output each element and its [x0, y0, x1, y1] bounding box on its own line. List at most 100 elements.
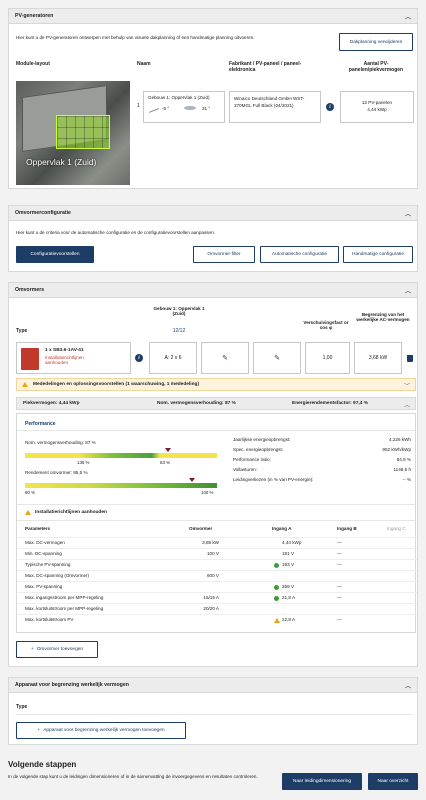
stat-row: Leidingverliezen (in % van PV-energie): -…	[233, 477, 411, 485]
table-cell: 21,8 A	[282, 595, 296, 600]
table-cell: 269 V	[282, 584, 295, 589]
parameter-table: Parameters Omvormer Ingang A Ingang B Ingang…	[17, 525, 417, 625]
power-limit-device-panel: Apparaat voor begrenzing werkelijk vermo…	[8, 677, 418, 745]
next-steps-text: In de volgende stap kunt u de leidingen …	[8, 774, 258, 779]
to-line-sizing-button[interactable]: Naar leidingdimensionering	[282, 773, 362, 790]
remove-roof-planning-button[interactable]: Dakplanning verwijderen	[339, 33, 413, 51]
manufacturer-cell[interactable]: Winaico Deutschland GmbH WST-370MGL Full…	[229, 91, 321, 123]
table-cell: 193 V	[282, 562, 295, 567]
inverter-image	[21, 348, 39, 370]
manufacturer-text: Winaico Deutschland GmbH WST-370MGL Full…	[234, 96, 305, 108]
table-cell: Max. DC-spanning (Omvormer)	[25, 573, 90, 578]
stat-value: 1148,5 h	[393, 467, 411, 472]
stat-value: 4.226 kWh	[389, 437, 411, 442]
table-row: Max. DC-vermogen 3,88 kW 4,44 kWp —	[17, 537, 417, 547]
roof-aerial-image[interactable]: Oppervlak 1 (Zuid)	[16, 81, 130, 185]
table-cell: 3,88 kW	[202, 540, 219, 545]
check-icon	[274, 563, 279, 568]
bar1-min: 135 %	[77, 460, 90, 465]
table-cell: 181 V	[282, 551, 295, 556]
col-power-limit: Begrenzing van het werkelijke AC-vermoge…	[356, 312, 410, 322]
table-cell: Min. DC-spanning	[25, 551, 62, 556]
pencil-icon[interactable]: ✎	[222, 354, 228, 362]
inverter-note: Installatierichtlijnen aanhouden	[45, 355, 84, 365]
table-header-cell: Parameters	[25, 526, 51, 531]
summary-bar[interactable]: Piekvermogen: 4,44 kWp Nom. vermogensver…	[16, 397, 416, 410]
power-limit-value: 3,68 kW	[368, 355, 388, 361]
power-limit-cell[interactable]: 3,68 kW	[354, 342, 402, 374]
azimuth-icon	[184, 106, 196, 110]
pv-generators-header[interactable]: PV-generatoren ︿	[9, 9, 417, 24]
pencil-icon[interactable]: ✎	[274, 354, 280, 362]
table-cell: —	[337, 595, 342, 600]
cos-phi-cell[interactable]: 1,00	[305, 342, 350, 374]
auto-config-button[interactable]: Automatische configuratie	[260, 246, 339, 263]
stat-label: Leidingverliezen (in % van PV-energie):	[233, 477, 314, 482]
messages-bar[interactable]: Mededelingen en oplossingsvoorstellen (1…	[16, 378, 416, 391]
generator-name: Gebouw 1: Oppervlak 1 (Zuid)	[148, 95, 210, 100]
info-icon[interactable]: i	[326, 103, 334, 111]
edit-input-b-cell[interactable]: ✎	[201, 342, 249, 374]
inverters-panel: Omvormers ︿ Type Gebouw 1: Oppervlak 1 (Z…	[8, 282, 418, 667]
col-building-count: 12/12	[172, 328, 186, 334]
check-icon	[274, 596, 279, 601]
table-cell: 22,8 A	[282, 617, 296, 622]
divider	[17, 504, 415, 505]
stat-label: Performance ratio:	[233, 457, 271, 462]
manual-config-button[interactable]: Handmatige configuratie	[343, 246, 413, 263]
bar1-mark-label: 83 %	[160, 460, 171, 465]
pv-intro: Hier kunt u de PV-generatoren ontwerpen …	[16, 35, 255, 40]
chevron-up-icon[interactable]: ︿	[405, 209, 411, 218]
config-proposals-button[interactable]: Configuratievoorstellen	[16, 246, 94, 263]
inverters-header[interactable]: Omvormers ︿	[9, 283, 417, 298]
col-shift-factor: Verschuivingsfact or cos φ	[303, 320, 349, 330]
add-inverter-button[interactable]: + Omvormer toevoegen	[16, 641, 98, 658]
bar2-marker	[189, 478, 195, 482]
table-cell: 4,44 kWp	[282, 540, 302, 545]
input-a-cell[interactable]: A: 2 x 6	[149, 342, 197, 374]
input-a-value: A: 2 x 6	[164, 355, 182, 361]
stat-row: Performance ratio: 84,5 %	[233, 457, 411, 465]
edit-input-c-cell[interactable]: ✎	[253, 342, 301, 374]
peak-power: Piekvermogen: 4,44 kWp	[23, 401, 80, 406]
next-steps-title: Volgende stappen	[8, 760, 77, 769]
inverter-filter-button[interactable]: Omvormer-filter	[193, 246, 255, 263]
table-row: Typische PV-spanning 193 V —	[17, 559, 417, 569]
add-limit-device-button[interactable]: + Apparaat voor begrenzing werkelijk verm…	[16, 722, 186, 739]
stat-row: Jaarlijkse energieopbrengst: 4.226 kWh	[233, 437, 411, 445]
table-cell: —	[337, 584, 342, 589]
trash-icon[interactable]	[407, 355, 413, 362]
add-limit-device-label: Apparaat voor begrenzing werkelijk vermo…	[43, 728, 165, 733]
table-cell: 600 V	[206, 573, 219, 578]
table-row: Min. DC-spanning 100 V 181 V —	[17, 548, 417, 558]
divider	[17, 430, 415, 431]
col-type: Type	[16, 704, 28, 710]
table-cell: 20/20 A	[203, 606, 219, 611]
inverter-model-cell[interactable]: 1 x SB3.6-1AV-41 Installatierichtlijnen …	[16, 342, 131, 374]
table-cell: —	[337, 617, 342, 622]
surface-label: Oppervlak 1 (Zuid)	[26, 157, 97, 167]
inverter-config-header[interactable]: Omvormerconfiguratie ︿	[9, 206, 417, 221]
panel-layout-grid[interactable]	[56, 115, 110, 149]
warning-icon	[274, 618, 280, 623]
chevron-up-icon[interactable]: ︿	[404, 400, 410, 409]
col-name: Naam	[137, 61, 151, 67]
table-header: Parameters Omvormer Ingang A Ingang B Ingang…	[17, 525, 417, 534]
bar1-label: Nom. vermogensverhouding: 87 %	[25, 440, 96, 445]
chevron-down-icon[interactable]: ﹀	[404, 381, 410, 390]
panel-count-cell[interactable]: 12 PV-panelen 4,44 kWp	[340, 91, 414, 123]
table-cell: —	[337, 562, 342, 567]
chevron-up-icon[interactable]: ︿	[405, 286, 411, 295]
power-limit-device-header[interactable]: Apparaat voor begrenzing werkelijk vermo…	[9, 678, 417, 693]
bar2-track	[25, 483, 217, 488]
stat-label: Vollasturen:	[233, 467, 258, 472]
info-icon[interactable]: i	[135, 354, 143, 362]
panel-count: 12 PV-panelen	[361, 100, 393, 105]
tilt-icon	[149, 104, 159, 113]
cos-phi-value: 1,00	[322, 355, 333, 361]
chevron-up-icon[interactable]: ︿	[405, 12, 411, 21]
to-overview-button[interactable]: Naar overzicht	[368, 773, 418, 790]
chevron-up-icon[interactable]: ︿	[405, 681, 411, 690]
table-cell: Max. kortsluitstroom PV	[25, 617, 74, 622]
generator-name-cell[interactable]: Gebouw 1: Oppervlak 1 (Zuid) -5 ° 31 °	[143, 91, 225, 123]
